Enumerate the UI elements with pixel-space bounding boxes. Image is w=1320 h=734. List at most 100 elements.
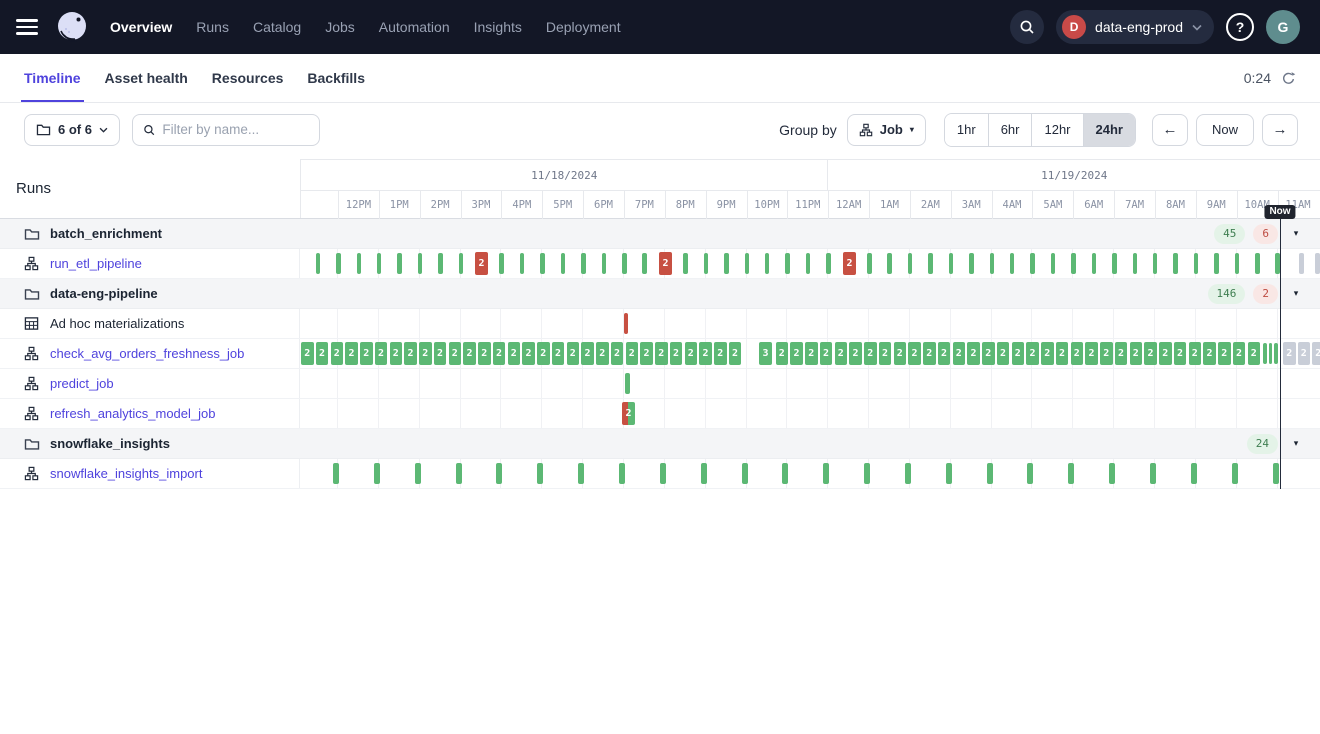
range-24hr[interactable]: 24hr bbox=[1083, 114, 1135, 146]
run-bar[interactable]: 2 bbox=[1071, 342, 1084, 365]
run-bar[interactable]: 2 bbox=[581, 342, 594, 365]
run-bar[interactable]: 2 bbox=[1233, 342, 1246, 365]
run-bar[interactable]: 2 bbox=[820, 342, 833, 365]
run-bar[interactable] bbox=[1173, 253, 1178, 274]
run-bar[interactable]: 2 bbox=[1159, 342, 1172, 365]
run-bar[interactable]: 2 bbox=[864, 342, 877, 365]
run-bar[interactable]: 2 bbox=[843, 252, 856, 275]
run-bar[interactable] bbox=[1153, 253, 1158, 274]
tab-resources[interactable]: Resources bbox=[212, 54, 284, 102]
run-bar[interactable]: 2 bbox=[316, 342, 329, 365]
run-bar[interactable] bbox=[625, 373, 630, 394]
run-bar[interactable] bbox=[724, 253, 729, 274]
run-bar[interactable] bbox=[374, 463, 380, 484]
run-bar[interactable] bbox=[887, 253, 892, 274]
run-bar[interactable] bbox=[1232, 463, 1238, 484]
run-bar[interactable] bbox=[1051, 253, 1056, 274]
run-bar[interactable] bbox=[1092, 253, 1097, 274]
run-bar[interactable] bbox=[683, 253, 688, 274]
run-bar[interactable]: 2 bbox=[1115, 342, 1128, 365]
run-bar[interactable] bbox=[316, 253, 321, 274]
run-bar[interactable]: 2 bbox=[537, 342, 550, 365]
job-label[interactable]: snowflake_insights_import bbox=[50, 466, 202, 481]
run-bar[interactable] bbox=[949, 253, 954, 274]
run-bar[interactable]: 2 bbox=[790, 342, 803, 365]
run-bar[interactable]: 2 bbox=[1085, 342, 1098, 365]
run-bar[interactable]: 2 bbox=[967, 342, 980, 365]
run-bar[interactable] bbox=[520, 253, 525, 274]
run-bar[interactable] bbox=[1030, 253, 1035, 274]
expand-caret-icon[interactable]: ▾ bbox=[1286, 438, 1306, 449]
run-bar[interactable] bbox=[459, 253, 464, 274]
nav-item-insights[interactable]: Insights bbox=[474, 19, 522, 35]
run-bar[interactable]: 2 bbox=[1012, 342, 1025, 365]
run-bar[interactable]: 2 bbox=[1144, 342, 1157, 365]
next-period-button[interactable]: → bbox=[1262, 114, 1298, 146]
run-bar[interactable]: 2 bbox=[729, 342, 742, 365]
run-bar[interactable]: 2 bbox=[776, 342, 789, 365]
job-label[interactable]: run_etl_pipeline bbox=[50, 256, 142, 271]
run-bar[interactable]: 2 bbox=[805, 342, 818, 365]
run-bar[interactable] bbox=[1269, 343, 1273, 364]
run-bar[interactable]: 2 bbox=[360, 342, 373, 365]
run-bar[interactable]: 2 bbox=[923, 342, 936, 365]
run-bar[interactable]: 2 bbox=[611, 342, 624, 365]
scheduled-run-bar[interactable]: 2 bbox=[1298, 342, 1311, 365]
scheduled-run-bar[interactable]: 2 bbox=[1283, 342, 1296, 365]
run-bar[interactable]: 2 bbox=[493, 342, 506, 365]
help-button[interactable]: ? bbox=[1226, 13, 1254, 41]
run-bar[interactable] bbox=[946, 463, 952, 484]
scheduled-run-bar[interactable] bbox=[1315, 253, 1320, 274]
nav-item-overview[interactable]: Overview bbox=[110, 19, 172, 35]
workspace-switcher[interactable]: D data-eng-prod bbox=[1056, 10, 1214, 44]
run-bar[interactable] bbox=[1027, 463, 1033, 484]
run-bar[interactable] bbox=[1071, 253, 1076, 274]
run-bar[interactable]: 2 bbox=[938, 342, 951, 365]
repo-filter-button[interactable]: 6 of 6 bbox=[24, 114, 120, 146]
run-bar[interactable] bbox=[496, 463, 502, 484]
range-6hr[interactable]: 6hr bbox=[988, 114, 1032, 146]
nav-item-automation[interactable]: Automation bbox=[379, 19, 450, 35]
run-bar[interactable]: 2 bbox=[1041, 342, 1054, 365]
run-bar[interactable] bbox=[578, 463, 584, 484]
run-bar[interactable] bbox=[1068, 463, 1074, 484]
run-bar[interactable] bbox=[990, 253, 995, 274]
run-bar[interactable]: 2 bbox=[1056, 342, 1069, 365]
run-bar[interactable]: 2 bbox=[567, 342, 580, 365]
run-bar[interactable]: 2 bbox=[301, 342, 314, 365]
run-bar[interactable]: 2 bbox=[879, 342, 892, 365]
nav-item-catalog[interactable]: Catalog bbox=[253, 19, 301, 35]
run-bar[interactable] bbox=[785, 253, 790, 274]
run-bar[interactable] bbox=[499, 253, 504, 274]
refresh-icon[interactable] bbox=[1281, 71, 1296, 86]
run-bar[interactable]: 2 bbox=[596, 342, 609, 365]
run-bar[interactable] bbox=[357, 253, 362, 274]
run-bar[interactable]: 2 bbox=[982, 342, 995, 365]
run-bar[interactable] bbox=[1235, 253, 1240, 274]
run-bar[interactable] bbox=[336, 253, 341, 274]
run-bar[interactable] bbox=[537, 463, 543, 484]
run-bar[interactable]: 2 bbox=[475, 252, 488, 275]
jump-to-now-button[interactable]: Now bbox=[1196, 114, 1254, 146]
run-bar[interactable] bbox=[908, 253, 913, 274]
run-bar[interactable] bbox=[765, 253, 770, 274]
run-bar[interactable]: 2 bbox=[835, 342, 848, 365]
run-bar[interactable]: 2 bbox=[908, 342, 921, 365]
job-label[interactable]: check_avg_orders_freshness_job bbox=[50, 346, 244, 361]
run-bar[interactable] bbox=[867, 253, 872, 274]
run-bar[interactable] bbox=[624, 313, 628, 334]
run-bar[interactable]: 2 bbox=[1248, 342, 1261, 365]
run-bar[interactable]: 2 bbox=[1174, 342, 1187, 365]
job-label[interactable]: refresh_analytics_model_job bbox=[50, 406, 215, 421]
run-bar[interactable] bbox=[1255, 253, 1260, 274]
run-bar[interactable] bbox=[540, 253, 545, 274]
nav-item-runs[interactable]: Runs bbox=[196, 19, 229, 35]
run-bar[interactable]: 2 bbox=[849, 342, 862, 365]
run-bar[interactable]: 2 bbox=[1189, 342, 1202, 365]
run-bar[interactable]: 2 bbox=[626, 342, 639, 365]
user-avatar[interactable]: G bbox=[1266, 10, 1300, 44]
nav-item-jobs[interactable]: Jobs bbox=[325, 19, 355, 35]
run-bar[interactable] bbox=[377, 253, 382, 274]
scheduled-run-bar[interactable] bbox=[1299, 253, 1304, 274]
run-bar[interactable] bbox=[928, 253, 933, 274]
